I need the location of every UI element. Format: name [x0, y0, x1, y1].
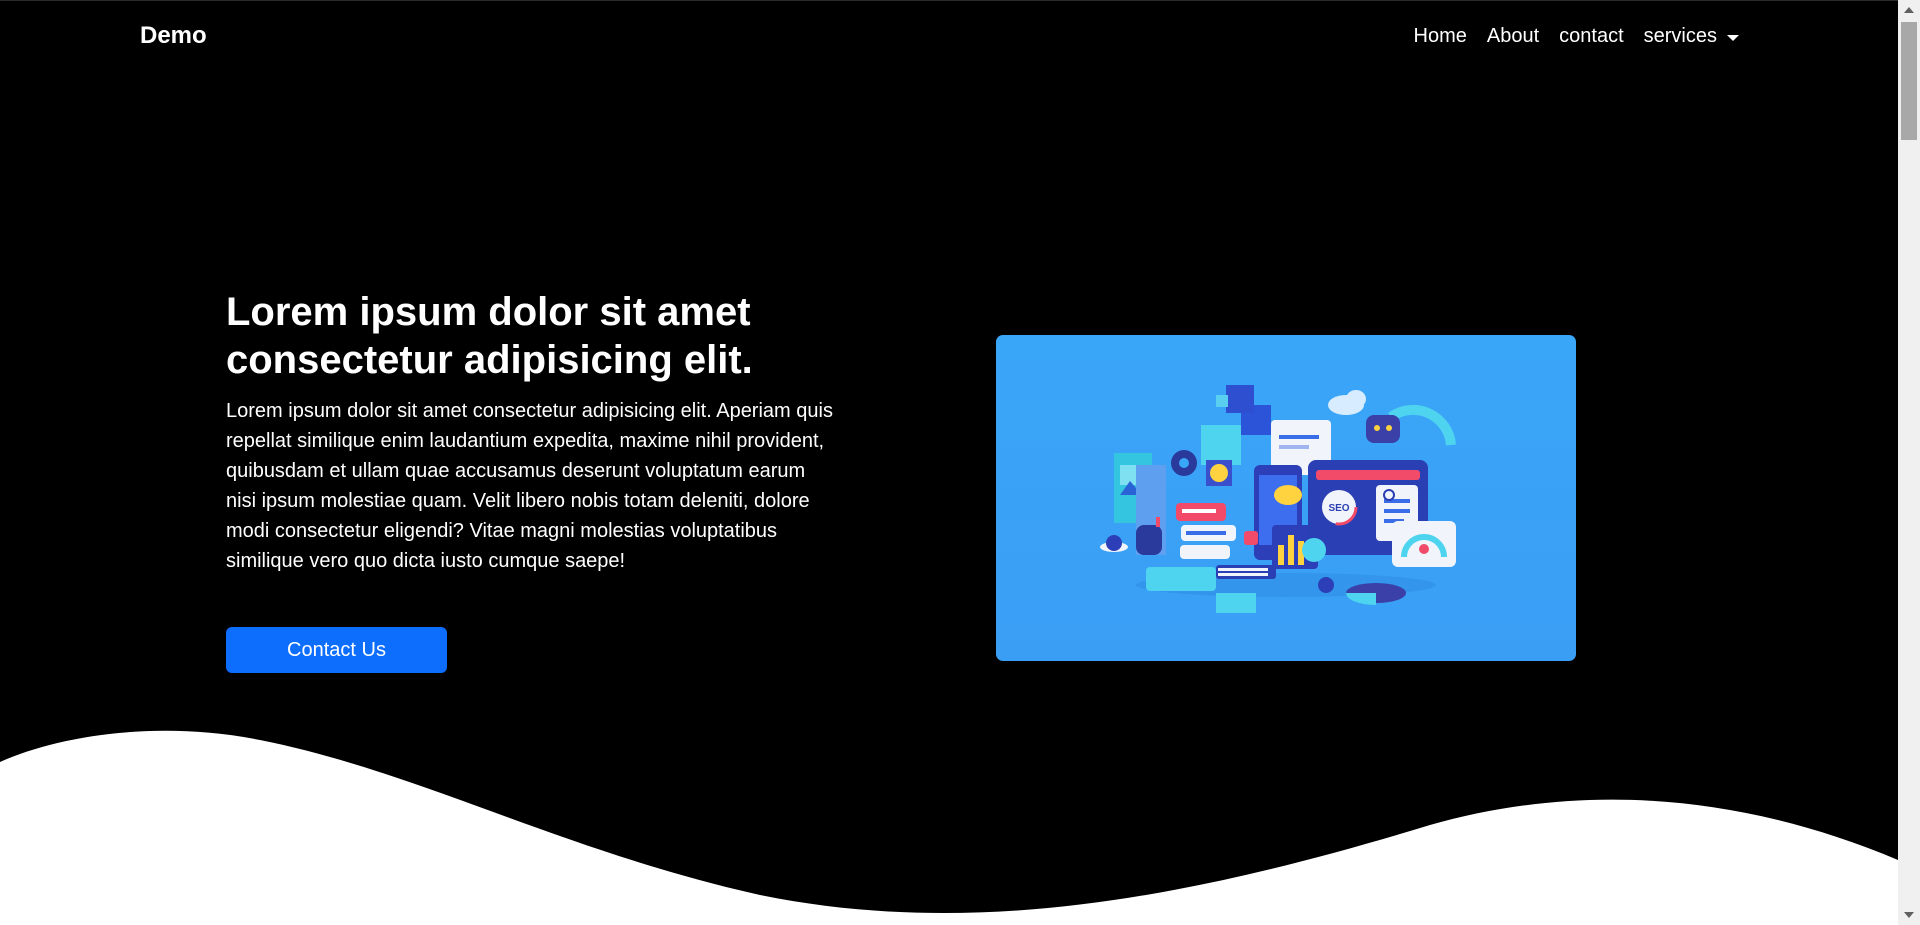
wave-divider	[0, 730, 1898, 925]
nav-item-label: About	[1486, 25, 1540, 47]
scroll-thumb[interactable]	[1901, 22, 1917, 140]
scroll-up-icon[interactable]	[1904, 7, 1914, 13]
nav-item-about[interactable]: About	[1477, 25, 1549, 48]
seo-badge: SEO	[1328, 503, 1349, 514]
nav-item-label: Home	[1413, 25, 1467, 47]
navbar: Demo Home About contact services	[0, 0, 1898, 74]
contact-us-button[interactable]: Contact Us	[226, 627, 447, 673]
hero-paragraph: Lorem ipsum dolor sit amet consectetur a…	[226, 400, 833, 572]
nav-menu: Home About contact services	[1404, 25, 1749, 48]
seo-illustration: SEO	[1100, 385, 1456, 613]
vertical-scrollbar[interactable]	[1898, 0, 1920, 925]
chevron-down-icon	[1727, 34, 1739, 41]
nav-item-services-dropdown[interactable]: services	[1634, 25, 1749, 48]
nav-item-label: services	[1643, 25, 1717, 47]
hero-illustration: SEO	[996, 335, 1576, 661]
hero-title: Lorem ipsum dolor sit amet consectetur a…	[226, 290, 753, 382]
nav-item-home[interactable]: Home	[1404, 25, 1477, 48]
page: Demo Home About contact services Lorem i…	[0, 0, 1920, 925]
hero-text: Lorem ipsum dolor sit amet consectetur a…	[226, 288, 846, 576]
nav-item-contact[interactable]: contact	[1549, 25, 1633, 48]
scroll-down-icon[interactable]	[1904, 912, 1914, 918]
nav-item-label: contact	[1559, 25, 1624, 47]
brand-logo[interactable]: Demo	[140, 22, 207, 50]
